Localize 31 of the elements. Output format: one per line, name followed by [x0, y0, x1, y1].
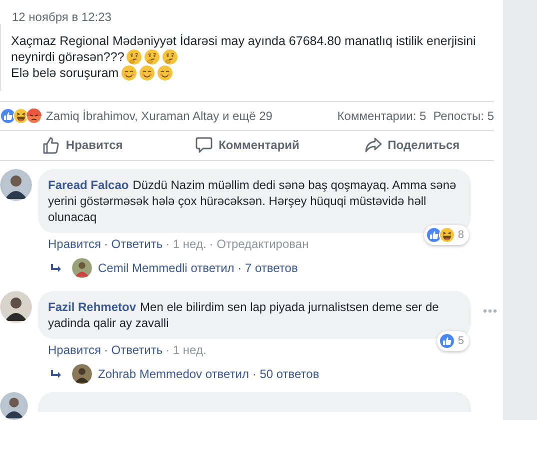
share-arrow-icon — [364, 136, 382, 154]
reply-arrow-icon — [50, 263, 62, 273]
meta-text: · 1 нед. — [166, 236, 206, 253]
shares-count-link[interactable]: Репосты: 5 — [433, 106, 494, 125]
replies-link[interactable]: Cemil Memmedli ответил · 7 ответов — [98, 259, 298, 277]
reaction-badge[interactable]: 8 — [424, 225, 469, 245]
reaction-badge[interactable]: 5 — [436, 331, 469, 351]
post-text-line: neynirdi görəsən??? — [11, 48, 124, 66]
share-button[interactable]: Поделиться — [329, 130, 494, 160]
meta-link[interactable]: · Ответить — [104, 235, 163, 253]
meta-link[interactable]: Нравится — [48, 341, 101, 359]
speech-bubble-icon — [194, 136, 213, 154]
like-icon — [42, 136, 60, 154]
post-date[interactable]: 12 ноября в 12:23 — [12, 10, 112, 24]
post-text-line: Xaçmaz Regional Mədəniyyət İdarəsi may ayında 67684.80 manatlıq istilik enerjisini — [11, 32, 476, 50]
meta-text: · Отредактирован — [209, 236, 309, 253]
like-button[interactable]: Нравится — [0, 130, 165, 160]
comment-text: Faread Falcao Düzdü Nazim müəllim dedi sənə baş qoşmayaq. Amma sənə yerini göstərməsək hələ çox hürəcəksən. Hərşey hüquqi müstəvidə həll olunacaq — [48, 177, 457, 225]
comments-count-link[interactable]: Комментарии: 5 — [337, 106, 426, 125]
reply-arrow-icon — [50, 369, 62, 379]
meta-text: · 1 нед. — [166, 342, 206, 359]
post-text-line: Elə belə soruşuram — [11, 64, 119, 82]
meta-link[interactable]: Нравится — [48, 235, 101, 253]
comment-text: Fazil Rehmetov Men ele bilirdim sen lap piyada jurnalistsen deme ser de yadinda qalir ay zavalli — [48, 299, 440, 331]
more-options-icon — [483, 309, 497, 313]
author-link[interactable]: Fazil Rehmetov — [48, 300, 136, 314]
comment-button[interactable]: Комментарий — [164, 130, 330, 160]
reactors-link[interactable]: Zamiq İbrahimov, Xuraman Altay и ещё 29 — [46, 106, 272, 125]
replies-link[interactable]: Zohrab Memmedov ответил · 50 ответов — [98, 365, 320, 383]
meta-link[interactable]: · Ответить — [104, 341, 163, 359]
author-link[interactable]: Faread Falcao — [48, 178, 129, 192]
